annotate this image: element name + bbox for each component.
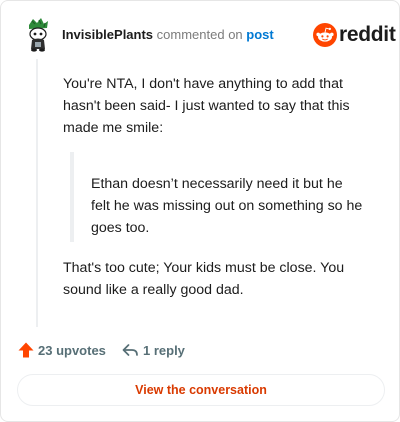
comment-blockquote: Ethan doesn’t necessarily need it but he… [91,176,363,236]
reddit-logo[interactable]: reddit [313,23,396,47]
reddit-wordmark: reddit [339,23,396,46]
thread-line [36,59,38,327]
header-text: InvisiblePlants commented on post [62,28,274,42]
comment-paragraph-1: You're NTA, I don't have anything to add… [63,76,350,136]
reply-arrow-icon [122,344,138,356]
replies-label: 1 reply [143,342,185,358]
upvote-arrow-icon [18,342,34,358]
upvotes-count[interactable]: 23 upvotes [17,340,106,360]
view-conversation-button[interactable]: View the conversation [17,374,385,406]
replies-count[interactable]: 1 reply [121,340,185,360]
comment-header: InvisiblePlants commented on post reddit [17,15,396,55]
upvotes-label: 23 upvotes [38,342,106,358]
reddit-logo-icon [313,23,337,47]
username-link[interactable]: InvisiblePlants [62,27,153,42]
blockquote-bar [70,152,74,242]
comment-paragraph-2: That's too cute; Your kids must be close… [63,260,345,298]
action-text: commented on [156,27,243,42]
embedded-comment-card: InvisiblePlants commented on post reddit… [0,0,400,422]
avatar-icon[interactable] [17,15,57,55]
post-link[interactable]: post [246,27,273,42]
